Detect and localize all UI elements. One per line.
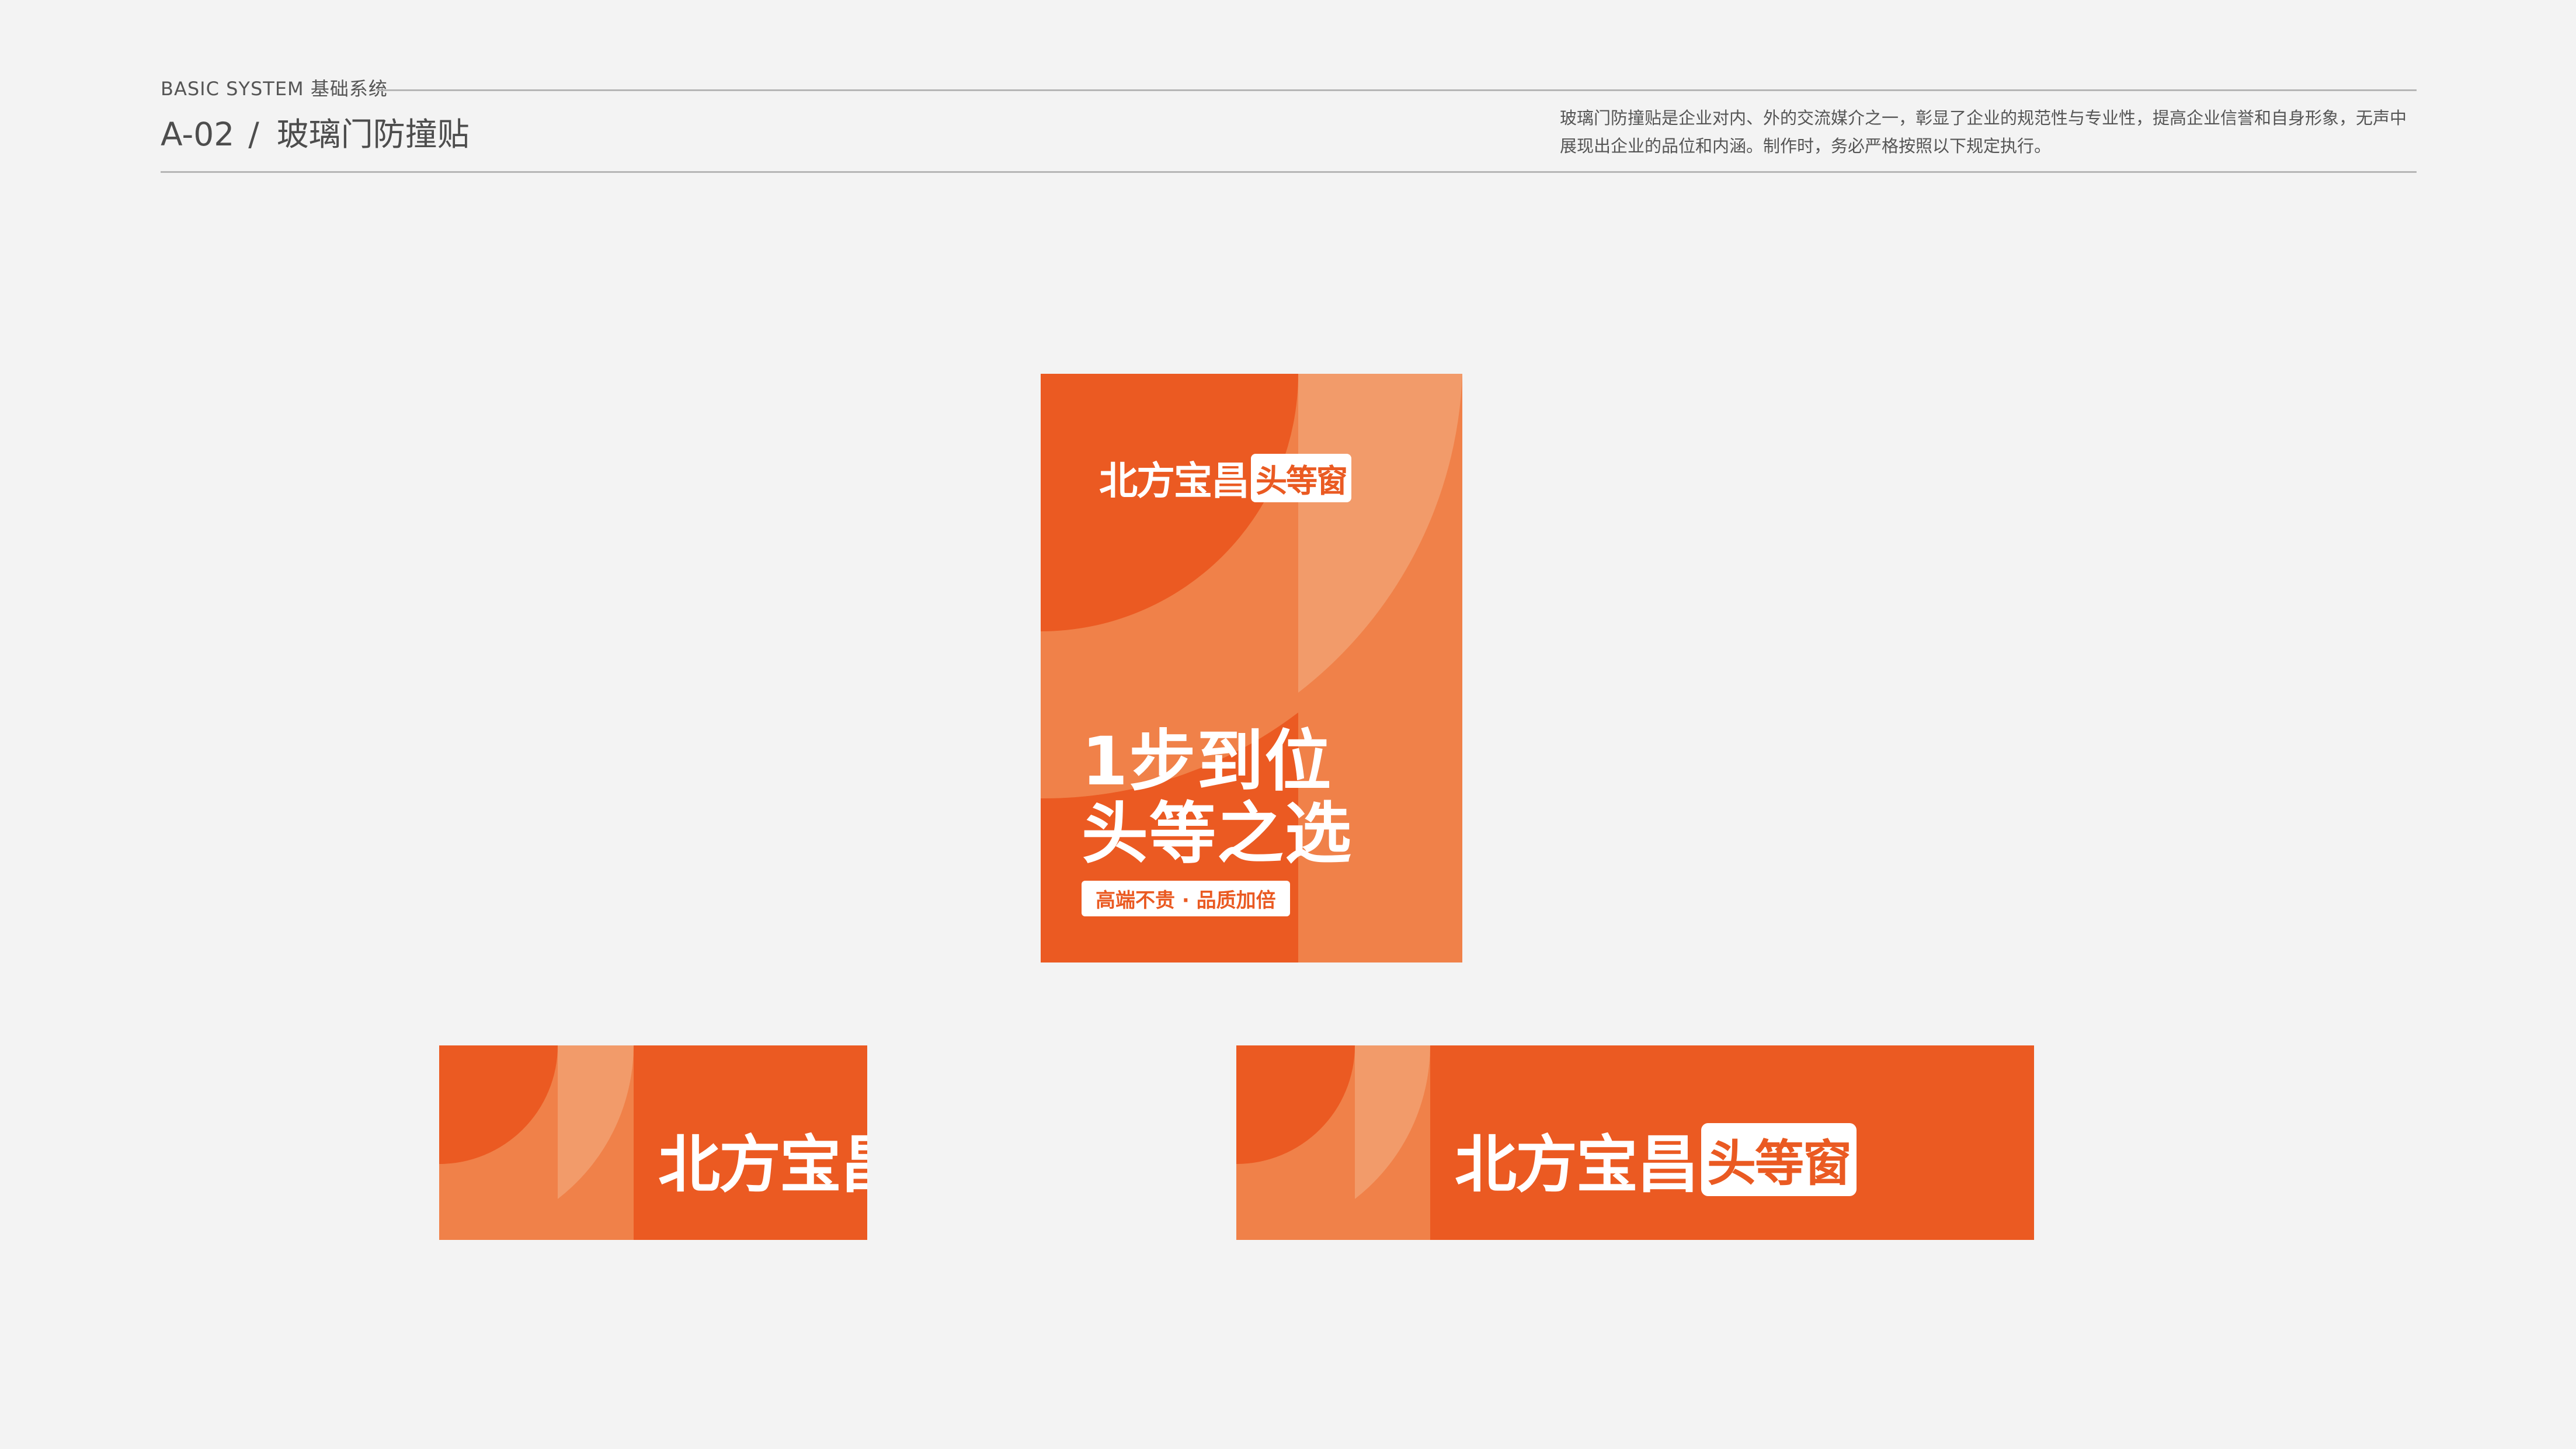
logo-main-text: 北方宝昌 — [658, 1129, 867, 1201]
brand-label: BASIC SYSTEM 基础系统 — [161, 78, 388, 100]
tagline-badge: 高端不贵 · 品质加倍 — [1082, 881, 1290, 916]
section-title: 玻璃门防撞贴 — [276, 116, 470, 153]
section-description: 玻璃门防撞贴是企业对内、外的交流媒介之一，彰显了企业的规范性与专业性，提高企业信… — [1560, 108, 2407, 156]
slogan-line-1: 1步到位 — [1082, 722, 1333, 800]
page-header: BASIC SYSTEM 基础系统 A-02 / 玻璃门防撞贴 玻璃门防撞贴是企业对… — [161, 75, 2417, 173]
logo-badge: 头等窗 — [1251, 453, 1351, 502]
door-band-right: 北方宝昌 头等窗 — [1236, 1045, 2034, 1240]
header-rule-bottom — [161, 171, 2417, 173]
section-code: A-02 — [161, 116, 235, 153]
logo-main-text: 北方宝昌 — [1455, 1129, 1699, 1201]
poster-logo: 北方宝昌 头等窗 — [1099, 450, 1351, 506]
door-band-left: 北方宝昌 头等窗 — [439, 1045, 867, 1240]
band-right-logo: 北方宝昌 头等窗 — [1455, 1114, 1857, 1204]
section-heading: A-02 / 玻璃门防撞贴 — [161, 111, 470, 158]
section-separator: / — [248, 116, 259, 153]
header-rule-top — [377, 89, 2417, 91]
slogan-line-2: 头等之选 — [1082, 795, 1353, 873]
logo-badge: 头等窗 — [1701, 1123, 1857, 1196]
logo-main-text: 北方宝昌 — [1099, 458, 1250, 503]
band-left-logo: 北方宝昌 头等窗 — [658, 1114, 867, 1204]
door-sticker-poster: 北方宝昌 头等窗 1步到位 头等之选 高端不贵 · 品质加倍 — [1041, 374, 1462, 962]
